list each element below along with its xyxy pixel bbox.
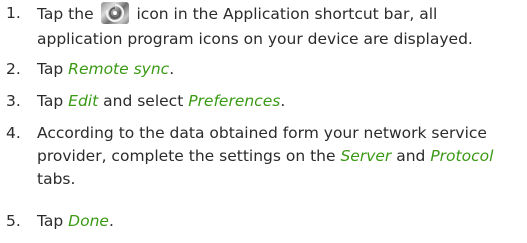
step-number: 5. <box>6 212 21 230</box>
step-text: . <box>280 92 286 110</box>
step-4-line-2: provider, complete the settings on the S… <box>37 145 493 168</box>
remote-sync-link[interactable]: Remote sync <box>68 60 169 78</box>
step-text: . <box>169 60 175 78</box>
instruction-list: 1. Tap the icon in the Application short… <box>0 0 527 243</box>
step-number: 2. <box>6 60 21 78</box>
step-number: 3. <box>6 92 21 110</box>
protocol-tab-link[interactable]: Protocol <box>430 147 493 165</box>
server-tab-link[interactable]: Server <box>340 147 391 165</box>
step-number: 1. <box>6 4 21 22</box>
step-text: icon in the Application shortcut bar, al… <box>136 5 438 23</box>
done-link[interactable]: Done <box>68 212 109 230</box>
step-number: 4. <box>6 124 21 142</box>
step-4-line-3: tabs. <box>37 170 76 188</box>
step-text: and select <box>98 92 189 110</box>
edit-link[interactable]: Edit <box>68 92 98 110</box>
step-text: Tap <box>37 60 69 78</box>
step-1-line-1: Tap the icon in the Application shortcut… <box>37 2 473 26</box>
step-4-line-1: According to the data obtained form your… <box>37 124 487 142</box>
step-text: Tap the <box>37 5 94 23</box>
preferences-link[interactable]: Preferences <box>188 92 280 110</box>
step-text: . <box>108 212 114 230</box>
applications-icon <box>100 2 129 24</box>
step-text: Tap <box>37 92 69 110</box>
step-text: and <box>391 147 431 165</box>
step-1-line-2: application program icons on your device… <box>37 30 473 48</box>
step-text: Tap <box>37 212 69 230</box>
step-text: provider, complete the settings on the <box>37 147 341 165</box>
